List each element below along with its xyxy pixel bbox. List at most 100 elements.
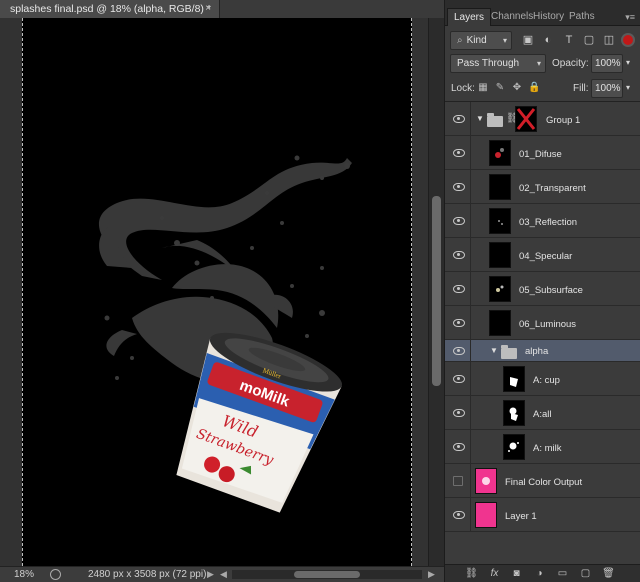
- fill-dropdown-icon[interactable]: ▾: [626, 83, 630, 92]
- layer-row-alpha-group[interactable]: ▼ alpha: [445, 340, 640, 362]
- filter-toggle-icon[interactable]: [621, 33, 635, 47]
- tab-bar-empty: [220, 0, 444, 18]
- tab-channels[interactable]: Channels: [491, 8, 533, 26]
- link-layers-icon[interactable]: ⛓: [465, 568, 478, 580]
- kind-label: Kind: [466, 35, 487, 46]
- guide-right: [411, 18, 412, 566]
- new-layer-icon[interactable]: ▢: [579, 568, 592, 580]
- fx-icon[interactable]: fx: [488, 568, 501, 580]
- layer-mask-thumbnail[interactable]: [515, 106, 537, 132]
- eye-icon[interactable]: [453, 511, 465, 519]
- visibility-column: [445, 340, 471, 361]
- scroll-left-icon[interactable]: ◀: [220, 567, 227, 582]
- folder-icon[interactable]: ▭: [556, 568, 569, 580]
- document-tab[interactable]: splashes final.psd @ 18% (alpha, RGB/8) …: [0, 0, 220, 18]
- layer-row-a-milk[interactable]: A: milk: [445, 430, 640, 464]
- eye-icon[interactable]: [453, 115, 465, 123]
- tab-history[interactable]: History: [533, 8, 564, 26]
- horizontal-scrollbar[interactable]: ◀: [220, 569, 422, 579]
- close-icon[interactable]: ×: [205, 0, 211, 18]
- vertical-scrollbar[interactable]: [428, 18, 444, 566]
- fill-label: Fill:: [573, 83, 589, 94]
- zoom-level[interactable]: 18%: [14, 567, 34, 582]
- expand-triangle-icon[interactable]: ▼: [476, 114, 484, 123]
- visibility-column: [445, 136, 471, 169]
- eye-icon[interactable]: [453, 409, 465, 417]
- layer-row-01-difuse[interactable]: 01_Difuse: [445, 136, 640, 170]
- layer-row-layer-1[interactable]: Layer 1: [445, 498, 640, 532]
- lock-transparent-icon[interactable]: ▦: [477, 82, 489, 94]
- eye-icon[interactable]: [453, 217, 465, 225]
- layer-thumbnail-art: [510, 377, 518, 387]
- mask-icon[interactable]: ◙: [510, 568, 523, 580]
- visibility-column: [445, 272, 471, 305]
- layer-name: 05_Subsurface: [519, 285, 583, 296]
- visibility-column: [445, 204, 471, 237]
- panel-menu-icon[interactable]: ▾≡: [625, 12, 635, 23]
- horizontal-scroll-thumb[interactable]: [294, 571, 360, 578]
- layer-row-02-transparent[interactable]: 02_Transparent: [445, 170, 640, 204]
- eye-icon[interactable]: [453, 285, 465, 293]
- opacity-dropdown-icon[interactable]: ▾: [626, 58, 630, 67]
- layer-thumbnail: [489, 140, 511, 166]
- layer-row-a-all[interactable]: A:all: [445, 396, 640, 430]
- vertical-scroll-thumb[interactable]: [432, 196, 441, 386]
- opacity-input[interactable]: 100%: [591, 54, 623, 73]
- layer-name: A: cup: [533, 375, 560, 386]
- tab-paths[interactable]: Paths: [569, 8, 595, 26]
- image-filter-icon[interactable]: ▣: [521, 34, 535, 47]
- layers-list: ▼ ⛓ Group 1 01_Difuse 02_Transparent 03_…: [445, 101, 640, 564]
- blend-mode-value: Pass Through: [457, 58, 520, 69]
- layer-name: 06_Luminous: [519, 319, 577, 330]
- eye-icon[interactable]: [453, 347, 465, 355]
- eye-icon[interactable]: [453, 319, 465, 327]
- layer-thumbnail: [503, 434, 525, 460]
- type-filter-icon[interactable]: T: [562, 34, 576, 47]
- eye-icon[interactable]: [453, 149, 465, 157]
- adjustment-icon[interactable]: ◑: [533, 568, 546, 580]
- layer-row-final-color-output[interactable]: Final Color Output: [445, 464, 640, 498]
- layer-row-05-subsurface[interactable]: 05_Subsurface: [445, 272, 640, 306]
- document-tab-title: splashes final.psd @ 18% (alpha, RGB/8) …: [10, 3, 211, 15]
- layer-thumbnail: [489, 310, 511, 336]
- shape-filter-icon[interactable]: ▢: [582, 34, 596, 47]
- trash-icon[interactable]: 🗑: [602, 568, 615, 580]
- visibility-column: [445, 306, 471, 339]
- eye-icon[interactable]: [453, 443, 465, 451]
- layer-thumbnail: [503, 366, 525, 392]
- smart-object-filter-icon[interactable]: ◫: [602, 34, 616, 47]
- kind-filter-select[interactable]: ⌕ Kind ▾: [450, 31, 512, 50]
- document-workspace: moMilk Müller Wild Strawberry: [0, 18, 428, 566]
- menu-arrow-icon[interactable]: ▶: [207, 567, 214, 582]
- scroll-right-icon[interactable]: ▶: [428, 567, 435, 582]
- folder-icon: [501, 345, 517, 359]
- layers-panel: Layers Channels History Paths ▾≡ ⌕ Kind ▾…: [444, 0, 640, 582]
- layer-thumbnail-art: [496, 285, 504, 292]
- lock-image-icon[interactable]: ✎: [494, 82, 506, 94]
- expand-triangle-icon[interactable]: ▼: [490, 346, 498, 355]
- canvas[interactable]: moMilk Müller Wild Strawberry: [22, 18, 412, 566]
- lock-position-icon[interactable]: ✥: [511, 82, 523, 94]
- eye-icon[interactable]: [453, 375, 465, 383]
- layer-row-06-luminous[interactable]: 06_Luminous: [445, 306, 640, 340]
- layer-row-group-1[interactable]: ▼ ⛓ Group 1: [445, 102, 640, 136]
- fill-value: 100%: [595, 83, 621, 94]
- tab-layers[interactable]: Layers: [447, 8, 492, 26]
- layers-bottom-bar: ⛓ fx ◙ ◑ ▭ ▢ 🗑: [445, 564, 640, 582]
- chevron-down-icon: ▾: [502, 36, 507, 45]
- adjustment-filter-icon[interactable]: ◐: [541, 34, 555, 47]
- eye-hidden-icon[interactable]: [453, 476, 463, 486]
- layer-row-a-cup[interactable]: A: cup: [445, 362, 640, 396]
- eye-icon[interactable]: [453, 183, 465, 191]
- lock-all-icon[interactable]: 🔒: [528, 82, 540, 94]
- info-icon[interactable]: [50, 569, 61, 580]
- blend-mode-select[interactable]: Pass Through ▾: [450, 54, 546, 73]
- opacity-value: 100%: [595, 58, 621, 69]
- layer-row-04-specular[interactable]: 04_Specular: [445, 238, 640, 272]
- visibility-column: [445, 362, 471, 395]
- layer-name: 02_Transparent: [519, 183, 586, 194]
- fill-input[interactable]: 100%: [591, 79, 623, 98]
- eye-icon[interactable]: [453, 251, 465, 259]
- layer-row-03-reflection[interactable]: 03_Reflection: [445, 204, 640, 238]
- layer-thumbnail-art: [509, 407, 518, 421]
